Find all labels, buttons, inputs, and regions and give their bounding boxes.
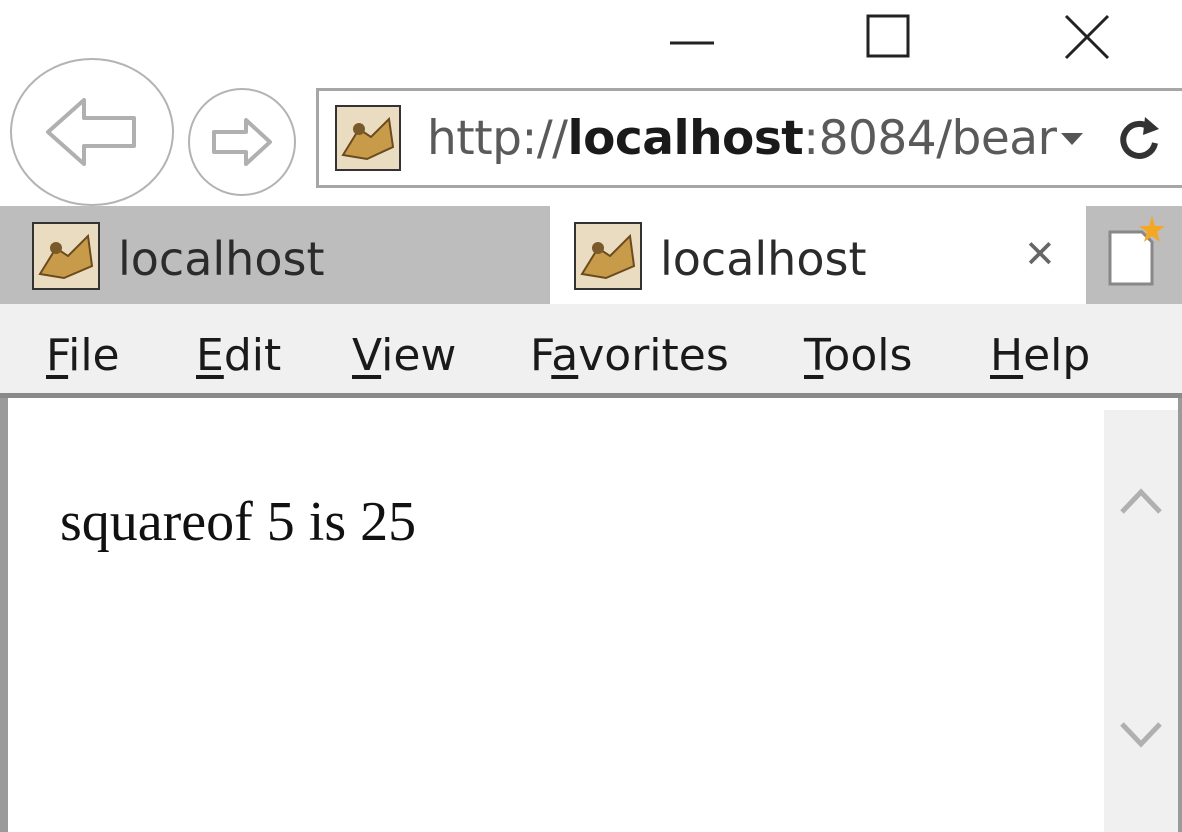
tab-strip: localhost localhost ✕ <box>0 206 1182 304</box>
menu-edit[interactable]: Edit <box>196 330 281 381</box>
menu-tools[interactable]: Tools <box>804 330 912 381</box>
tomcat-icon <box>574 222 642 290</box>
back-button[interactable] <box>10 58 174 206</box>
close-window-button[interactable] <box>1058 8 1118 68</box>
url-text: http://localhost:8084/bear <box>427 111 1057 166</box>
maximize-button[interactable] <box>862 10 918 66</box>
maximize-icon <box>866 14 910 58</box>
page-viewport: squareof 5 is 25 <box>0 398 1182 832</box>
back-arrow-icon <box>46 98 136 166</box>
close-icon <box>1064 14 1110 60</box>
minimize-button[interactable] <box>664 10 720 66</box>
menu-file[interactable]: File <box>46 330 120 381</box>
scroll-up-button[interactable] <box>1116 480 1166 520</box>
close-icon: ✕ <box>1024 232 1056 276</box>
tomcat-icon <box>32 222 100 290</box>
new-tab-icon <box>1108 216 1165 286</box>
chevron-down-icon <box>1120 722 1162 748</box>
close-tab-button[interactable]: ✕ <box>1024 232 1064 276</box>
forward-arrow-icon <box>212 118 272 166</box>
chevron-down-icon <box>1061 133 1083 145</box>
forward-button[interactable] <box>188 88 296 196</box>
scroll-down-button[interactable] <box>1116 716 1166 756</box>
vertical-scrollbar[interactable] <box>1104 410 1178 832</box>
tomcat-icon <box>335 105 401 171</box>
menu-favorites[interactable]: Favorites <box>530 330 729 381</box>
menu-help[interactable]: Help <box>990 330 1090 381</box>
tab-title: localhost <box>660 232 867 286</box>
refresh-icon <box>1120 117 1159 159</box>
page-body-text: squareof 5 is 25 <box>60 491 417 553</box>
tab-title: localhost <box>118 232 325 286</box>
address-bar[interactable]: http://localhost:8084/bear <box>316 88 1182 188</box>
tab-localhost-1[interactable]: localhost <box>0 206 548 304</box>
refresh-button[interactable] <box>1115 111 1165 167</box>
menu-bar: File Edit View Favorites Tools Help <box>0 304 1182 398</box>
menu-view[interactable]: View <box>352 330 456 381</box>
new-tab-button[interactable] <box>1090 206 1182 304</box>
minimize-icon <box>670 41 714 45</box>
tab-localhost-active[interactable]: localhost ✕ <box>550 206 1086 304</box>
address-dropdown[interactable] <box>1055 127 1089 151</box>
chevron-up-icon <box>1120 488 1162 514</box>
